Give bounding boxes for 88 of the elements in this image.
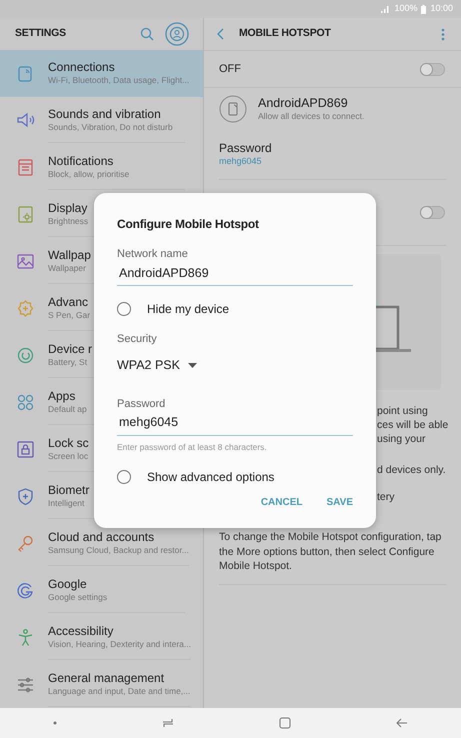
- refresh-circle-icon: [16, 346, 35, 365]
- item-subtitle: Brightness: [48, 216, 88, 227]
- radio-button[interactable]: [117, 470, 131, 484]
- shield-icon: [16, 487, 35, 506]
- item-title: Connections: [48, 60, 115, 75]
- security-dropdown[interactable]: WPA2 PSK: [117, 356, 197, 374]
- network-name-field[interactable]: AndroidAPD869: [117, 262, 353, 286]
- item-title: Advanc: [48, 295, 88, 310]
- back-arrow-icon[interactable]: [396, 718, 408, 728]
- display-icon: [16, 205, 35, 224]
- lock-icon: [16, 440, 35, 459]
- password-label: Password: [219, 140, 273, 155]
- image-icon: [16, 252, 35, 271]
- password-field[interactable]: mehg6045: [117, 412, 353, 436]
- item-subtitle: Battery, St: [48, 357, 88, 368]
- item-subtitle: S Pen, Gar: [48, 310, 90, 321]
- item-title: Accessibility: [48, 624, 114, 639]
- item-title: Apps: [48, 389, 76, 404]
- network-subtitle: Allow all devices to connect.: [258, 111, 364, 122]
- item-subtitle: Screen loc: [48, 451, 88, 462]
- description-text: ces will be able: [377, 418, 450, 432]
- dot-icon: [52, 721, 57, 725]
- item-title: Wallpap: [48, 248, 91, 263]
- description-text: d devices only.: [377, 463, 447, 477]
- field-label: Password: [117, 396, 166, 412]
- clock: 10:00: [430, 2, 453, 16]
- more-options-icon[interactable]: [441, 28, 445, 40]
- item-subtitle: Default ap: [48, 404, 87, 415]
- item-subtitle: Sounds, Vibration, Do not disturb: [48, 122, 173, 133]
- item-subtitle: Block, allow, prioritise: [48, 169, 130, 180]
- item-title: Google: [48, 577, 87, 592]
- hotspot-state-label: OFF: [219, 62, 241, 77]
- item-title: Sounds and vibration: [48, 107, 161, 122]
- password-value: mehg6045: [219, 154, 263, 168]
- accessibility-icon: [16, 628, 35, 647]
- item-title: Lock sc: [48, 436, 89, 451]
- radio-button[interactable]: [117, 302, 131, 316]
- speaker-icon: [16, 111, 35, 130]
- field-label: Network name: [117, 247, 189, 262]
- key-icon: [16, 534, 35, 553]
- description-text: point using: [377, 404, 429, 418]
- item-title: General management: [48, 671, 164, 686]
- settings-item[interactable]: Accessibility Vision, Hearing, Dexterity and intera...: [0, 614, 203, 661]
- caret-icon: [188, 362, 197, 368]
- hint-text: Enter password of at least 8 characters.: [117, 441, 268, 454]
- item-subtitle: Intelligent: [48, 498, 84, 509]
- notification-icon: [16, 158, 35, 177]
- dialog-title: Configure Mobile Hotspot: [117, 216, 260, 233]
- back-icon[interactable]: [217, 28, 225, 40]
- radio-label: Hide my device: [147, 301, 230, 318]
- description-text: using your: [377, 432, 426, 446]
- network-name: AndroidAPD869: [258, 96, 349, 111]
- signal-icon: [381, 5, 390, 13]
- search-icon[interactable]: [140, 27, 154, 41]
- apps-icon: [16, 393, 35, 412]
- hotspot-device-icon: [219, 95, 247, 123]
- info-text: To change the Mobile Hotspot configuration, tap the More options button, then select Configure Mobile Hotspot.: [219, 530, 442, 574]
- radio-label: Show advanced options: [147, 468, 274, 486]
- settings-item[interactable]: Google Google settings: [0, 567, 203, 614]
- sliders-icon: [16, 675, 35, 694]
- toggle-switch[interactable]: [420, 206, 445, 219]
- screen-title: MOBILE HOTSPOT: [239, 26, 331, 42]
- settings-item[interactable]: Connections Wi-Fi, Bluetooth, Data usage, Flight...: [0, 50, 203, 97]
- battery-percentage: 100%: [394, 2, 418, 16]
- item-title: Notifications: [48, 154, 114, 169]
- recent-apps-icon[interactable]: [162, 718, 174, 728]
- battery-icon: [421, 4, 426, 14]
- item-subtitle: Vision, Hearing, Dexterity and intera...: [48, 639, 191, 650]
- field-label: Security: [117, 332, 158, 348]
- item-subtitle: Language and input, Date and time,...: [48, 686, 190, 697]
- settings-item[interactable]: Sounds and vibration Sounds, Vibration, Do not disturb: [0, 97, 203, 144]
- item-title: Biometr: [48, 483, 90, 498]
- gear-plus-icon: [16, 299, 35, 318]
- item-title: Device r: [48, 342, 92, 357]
- item-subtitle: Google settings: [48, 592, 108, 603]
- settings-item[interactable]: Notifications Block, allow, prioritise: [0, 144, 203, 191]
- item-subtitle: Wallpaper: [48, 263, 86, 274]
- item-title: Display: [48, 201, 88, 216]
- g-letter-icon: [16, 581, 35, 600]
- toggle-switch[interactable]: [420, 62, 445, 76]
- account-icon[interactable]: [165, 22, 189, 46]
- settings-title: SETTINGS: [15, 26, 66, 42]
- description-text: tery: [377, 490, 396, 504]
- item-subtitle: Wi-Fi, Bluetooth, Data usage, Flight...: [48, 75, 190, 86]
- home-icon[interactable]: [279, 717, 292, 729]
- settings-item[interactable]: General management Language and input, Date and time,...: [0, 661, 203, 708]
- item-subtitle: Samsung Cloud, Backup and restor...: [48, 545, 189, 556]
- item-title: Cloud and accounts: [48, 530, 154, 545]
